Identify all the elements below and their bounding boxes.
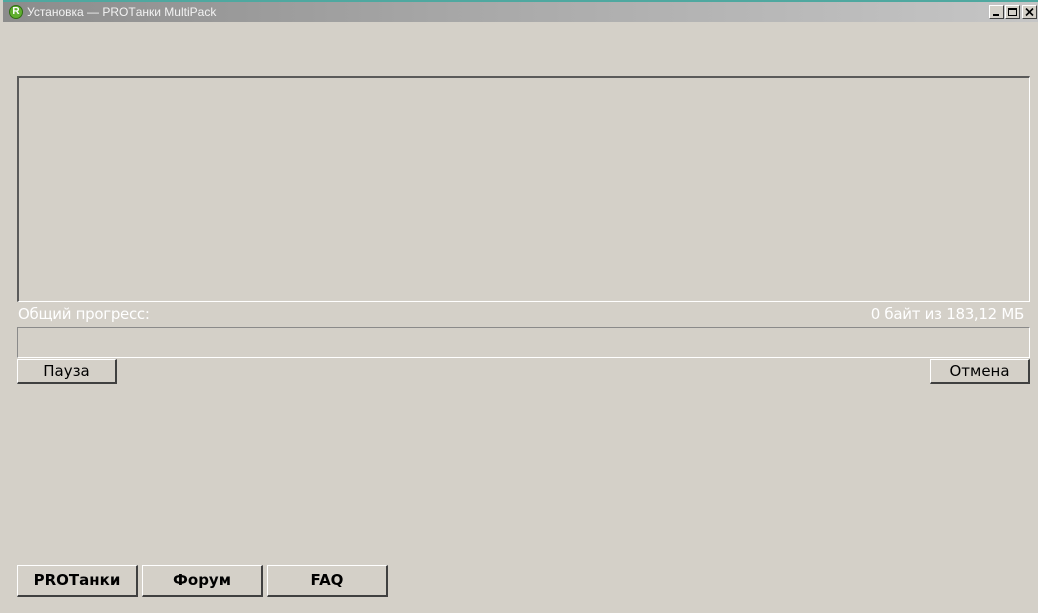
pause-button[interactable]: Пауза (17, 359, 117, 384)
cancel-button[interactable]: Отмена (930, 359, 1030, 384)
maximize-button[interactable] (1005, 5, 1020, 19)
faq-link-button[interactable]: FAQ (267, 565, 388, 597)
overall-progress-bar (17, 327, 1030, 358)
title-bar[interactable]: R Установка — PROTанки MultiPack (3, 0, 1038, 22)
progress-label: Общий прогресс: (18, 305, 150, 323)
minimize-button[interactable] (989, 5, 1004, 19)
forum-link-button[interactable]: Форум (142, 565, 263, 597)
minimize-icon (993, 14, 999, 16)
progress-value: 0 байт из 183,12 МБ (870, 305, 1025, 323)
window-title: Установка — PROTанки MultiPack (27, 5, 217, 19)
maximize-icon (1008, 8, 1017, 16)
installer-window: R Установка — PROTанки MultiPack Общий п… (0, 0, 1038, 613)
protanki-link-button[interactable]: PROTанки (17, 565, 138, 597)
protanki-logo-icon: R (9, 5, 23, 19)
close-button[interactable] (1022, 5, 1037, 19)
install-log-panel[interactable] (17, 76, 1030, 302)
close-icon (1025, 8, 1034, 17)
